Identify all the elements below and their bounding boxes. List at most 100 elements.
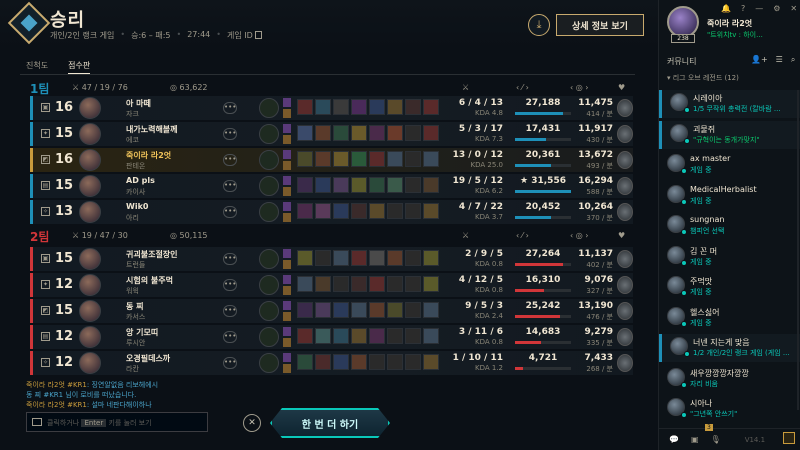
- item-icon[interactable]: [315, 354, 331, 370]
- chat-icon[interactable]: 💬: [669, 435, 679, 444]
- more-options-button[interactable]: •••: [223, 279, 237, 291]
- player-name[interactable]: 아 마떼: [126, 98, 151, 109]
- item-icon[interactable]: [423, 177, 439, 193]
- search-icon[interactable]: ⌕: [791, 55, 795, 65]
- summoner-spell-icon[interactable]: [283, 124, 291, 133]
- more-options-button[interactable]: •••: [223, 128, 237, 140]
- friend-item[interactable]: 헬스싫어 게임 중: [659, 304, 800, 332]
- item-icon[interactable]: [351, 125, 367, 141]
- item-icon[interactable]: [369, 250, 385, 266]
- item-icon[interactable]: [333, 250, 349, 266]
- minimize-icon[interactable]: —: [755, 4, 763, 13]
- item-icon[interactable]: [387, 99, 403, 115]
- friend-item[interactable]: 김 꼰 머 게임 중: [659, 243, 800, 271]
- item-icon[interactable]: [351, 328, 367, 344]
- item-icon[interactable]: [315, 203, 331, 219]
- item-icon[interactable]: [297, 203, 313, 219]
- item-icon[interactable]: [423, 302, 439, 318]
- item-icon[interactable]: [351, 177, 367, 193]
- item-icon[interactable]: [405, 125, 421, 141]
- bell-icon[interactable]: 🔔: [721, 4, 731, 13]
- keystone-rune-icon[interactable]: [259, 98, 279, 118]
- game-id-label[interactable]: 게임 ID: [227, 30, 262, 41]
- summoner-spell-icon[interactable]: [283, 187, 291, 196]
- summoner-spell-icon[interactable]: [283, 327, 291, 336]
- item-icon[interactable]: [405, 151, 421, 167]
- player-name[interactable]: 동 찌: [126, 301, 144, 312]
- friend-item[interactable]: MedicalHerbalist 게임 중: [659, 182, 800, 210]
- settings-icon[interactable]: ⚙: [773, 4, 780, 13]
- item-icon[interactable]: [297, 151, 313, 167]
- player-row[interactable]: ✧ 13 Wik0 아리 ••• 4 / 7 / 22 KDA 3.7 20,452 10,26…: [30, 200, 633, 224]
- item-icon[interactable]: [405, 354, 421, 370]
- item-icon[interactable]: [351, 276, 367, 292]
- add-friend-icon[interactable]: 👤+: [751, 55, 768, 65]
- summoner-spell-icon[interactable]: [283, 135, 291, 144]
- player-row[interactable]: ◩ 15 동 찌 카서스 ••• 9 / 5 / 3 KDA 2.4 25,242 13,190…: [30, 299, 633, 323]
- list-icon[interactable]: ☰: [776, 55, 783, 65]
- champion-portrait[interactable]: [79, 352, 101, 374]
- item-icon[interactable]: [297, 177, 313, 193]
- item-icon[interactable]: [351, 302, 367, 318]
- champion-portrait[interactable]: [79, 326, 101, 348]
- player-row[interactable]: ✦ 15 내가노력해볼께 에코 ••• 5 / 3 / 17 KDA 7.3 17,431 11…: [30, 122, 633, 146]
- item-icon[interactable]: [351, 250, 367, 266]
- friend-group-header[interactable]: ▾ 리그 오브 레전드 (12): [667, 73, 739, 83]
- item-icon[interactable]: [369, 354, 385, 370]
- keystone-rune-icon[interactable]: [259, 353, 279, 373]
- item-icon[interactable]: [405, 302, 421, 318]
- item-icon[interactable]: [315, 177, 331, 193]
- champion-portrait[interactable]: [79, 274, 101, 296]
- item-icon[interactable]: [405, 203, 421, 219]
- mission-icon[interactable]: ▣: [691, 435, 699, 444]
- item-icon[interactable]: [423, 125, 439, 141]
- item-icon[interactable]: [369, 328, 385, 344]
- friend-item[interactable]: 주먹맛 게임 중: [659, 273, 800, 301]
- play-again-button[interactable]: 한 번 더 하기: [270, 408, 390, 438]
- item-icon[interactable]: [405, 250, 421, 266]
- champion-portrait[interactable]: [79, 97, 101, 119]
- keystone-rune-icon[interactable]: [259, 202, 279, 222]
- item-icon[interactable]: [315, 276, 331, 292]
- more-options-button[interactable]: •••: [223, 253, 237, 265]
- friend-item[interactable]: ax master 게임 중: [659, 151, 800, 179]
- player-name[interactable]: 귀괴불조절장인: [126, 249, 178, 260]
- more-options-button[interactable]: •••: [223, 206, 237, 218]
- summoner-spell-icon[interactable]: [283, 98, 291, 107]
- item-icon[interactable]: [369, 276, 385, 292]
- item-icon[interactable]: [333, 203, 349, 219]
- summoner-spell-icon[interactable]: [283, 161, 291, 170]
- friend-item[interactable]: 시레이아 1/5 무작위 총력전 (칼바람 ...: [659, 90, 800, 118]
- item-icon[interactable]: [333, 328, 349, 344]
- item-icon[interactable]: [387, 151, 403, 167]
- summoner-spell-icon[interactable]: [283, 109, 291, 118]
- item-icon[interactable]: [387, 250, 403, 266]
- item-icon[interactable]: [423, 203, 439, 219]
- summoner-spell-icon[interactable]: [283, 176, 291, 185]
- more-options-button[interactable]: •••: [223, 331, 237, 343]
- keystone-rune-icon[interactable]: [259, 150, 279, 170]
- champion-portrait[interactable]: [79, 175, 101, 197]
- more-options-button[interactable]: •••: [223, 180, 237, 192]
- item-icon[interactable]: [387, 125, 403, 141]
- detail-info-button[interactable]: 상세 정보 보기: [556, 14, 644, 36]
- champion-portrait[interactable]: [79, 149, 101, 171]
- player-name[interactable]: AD pls: [126, 176, 155, 185]
- item-icon[interactable]: [387, 302, 403, 318]
- friend-item[interactable]: 시아나 "그년쪽 안쓰기": [659, 395, 800, 423]
- keystone-rune-icon[interactable]: [259, 327, 279, 347]
- summoner-spell-icon[interactable]: [283, 353, 291, 362]
- gold-column-icon[interactable]: ‹ ◎ ›: [570, 83, 588, 92]
- item-icon[interactable]: [315, 125, 331, 141]
- keystone-rune-icon[interactable]: [259, 124, 279, 144]
- damage-column-icon[interactable]: ‹ ⁄ ›: [516, 83, 529, 92]
- item-icon[interactable]: [333, 354, 349, 370]
- summoner-spell-icon[interactable]: [283, 275, 291, 284]
- item-icon[interactable]: [405, 177, 421, 193]
- player-row[interactable]: ◩ 16 죽이라 라2엇 판테온 ••• 13 / 0 / 12 KDA 25.0 20,36…: [30, 148, 633, 172]
- item-icon[interactable]: [387, 328, 403, 344]
- item-icon[interactable]: [351, 203, 367, 219]
- item-icon[interactable]: [369, 177, 385, 193]
- damage-column-icon[interactable]: ‹ ⁄ ›: [516, 231, 529, 240]
- summoner-spell-icon[interactable]: [283, 202, 291, 211]
